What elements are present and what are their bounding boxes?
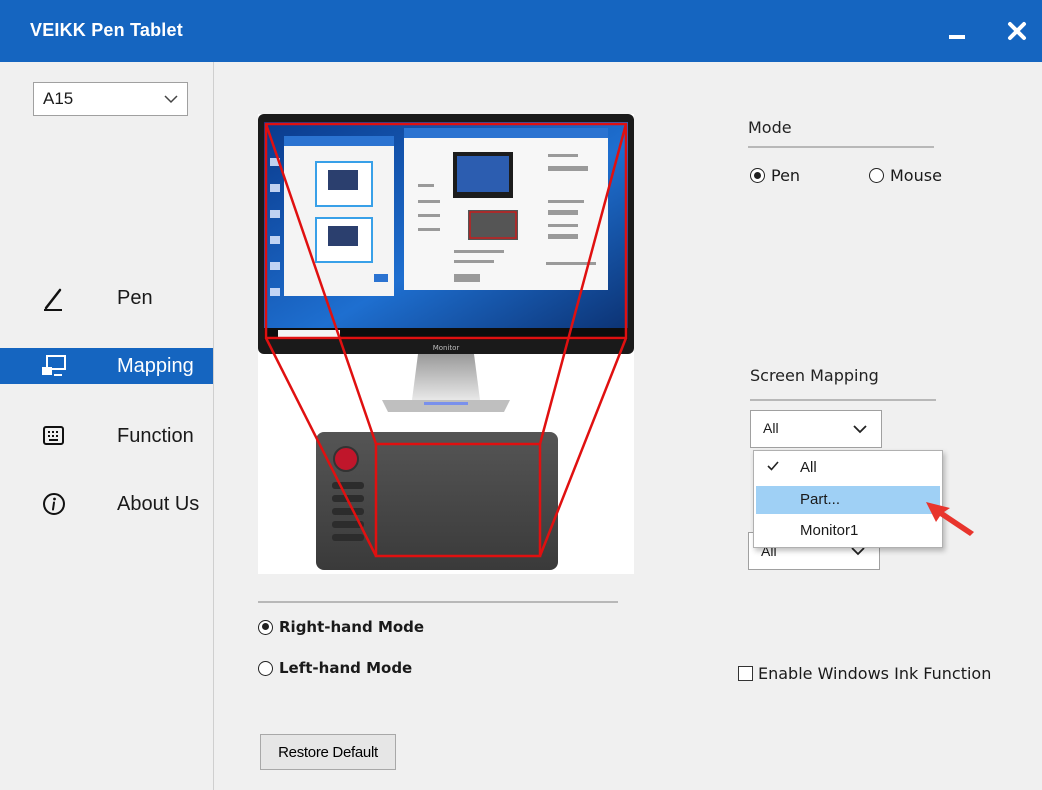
sidebar-item-pen[interactable]: Pen [0,280,213,316]
right-hand-mode-label: Right-hand Mode [279,618,425,636]
dropdown-option-label: All [800,459,817,476]
pen-icon [44,288,62,311]
mapping-preview-illustration: Monitor [258,114,634,570]
minimize-button[interactable] [943,18,973,48]
mode-mouse-label: Mouse [890,166,942,185]
radio-unselected-indicator [258,660,273,676]
radio-selected-indicator [750,168,765,183]
monitor-brand-text: Monitor [433,344,460,352]
keyboard-icon [43,426,64,445]
left-hand-mode-label: Left-hand Mode [279,659,413,677]
dropdown-option-part[interactable]: Part... [756,486,940,514]
monitor-mapping-icon [42,355,66,376]
left-hand-mode-radio[interactable]: Left-hand Mode [258,659,412,677]
radio-selected-indicator [258,619,273,635]
dropdown-option-all[interactable]: All [756,454,940,482]
restore-default-button[interactable]: Restore Default [260,734,396,770]
device-select[interactable]: A15 [33,82,188,116]
sidebar-item-function[interactable]: Function [0,418,213,454]
sidebar-item-about-us[interactable]: About Us [0,486,213,522]
mode-label: Mode [748,118,792,137]
arrow-pointer-icon [926,502,974,536]
divider [748,146,934,148]
screen-mapping-select[interactable]: All [750,410,882,448]
sidebar-item-label: About Us [117,493,200,515]
sidebar-item-label: Mapping [117,355,194,377]
windows-ink-checkbox[interactable]: Enable Windows Ink Function [738,664,991,683]
info-icon [43,493,65,515]
dropdown-option-monitor1[interactable]: Monitor1 [756,517,940,545]
mode-mouse-radio[interactable]: Mouse [869,166,942,185]
mapping-preview: Monitor [258,114,634,574]
checkbox-box [738,666,753,681]
check-icon [767,461,779,471]
sidebar-item-label: Pen [117,287,153,309]
radio-unselected-indicator [869,168,884,183]
divider [258,601,618,603]
sidebar-item-label: Function [117,425,194,447]
dropdown-option-label: Monitor1 [800,522,859,539]
chevron-down-icon [164,95,178,104]
mode-pen-label: Pen [771,166,801,185]
divider [750,399,936,401]
mode-pen-radio[interactable]: Pen [750,166,800,185]
device-select-value: A15 [43,89,74,108]
dropdown-option-label: Part... [800,491,841,508]
screen-mapping-label: Screen Mapping [750,366,879,385]
close-button[interactable] [1001,15,1033,47]
screen-mapping-value: All [763,420,779,436]
close-icon [1008,22,1026,40]
right-hand-mode-radio[interactable]: Right-hand Mode [258,618,424,636]
windows-ink-label: Enable Windows Ink Function [758,664,992,683]
screen-mapping-dropdown: All Part... Monitor1 [753,450,943,548]
title-bar: VEIKK Pen Tablet [0,0,1042,62]
window-title: VEIKK Pen Tablet [30,20,183,40]
sidebar-item-mapping[interactable]: Mapping [0,348,213,384]
chevron-down-icon [853,425,867,434]
